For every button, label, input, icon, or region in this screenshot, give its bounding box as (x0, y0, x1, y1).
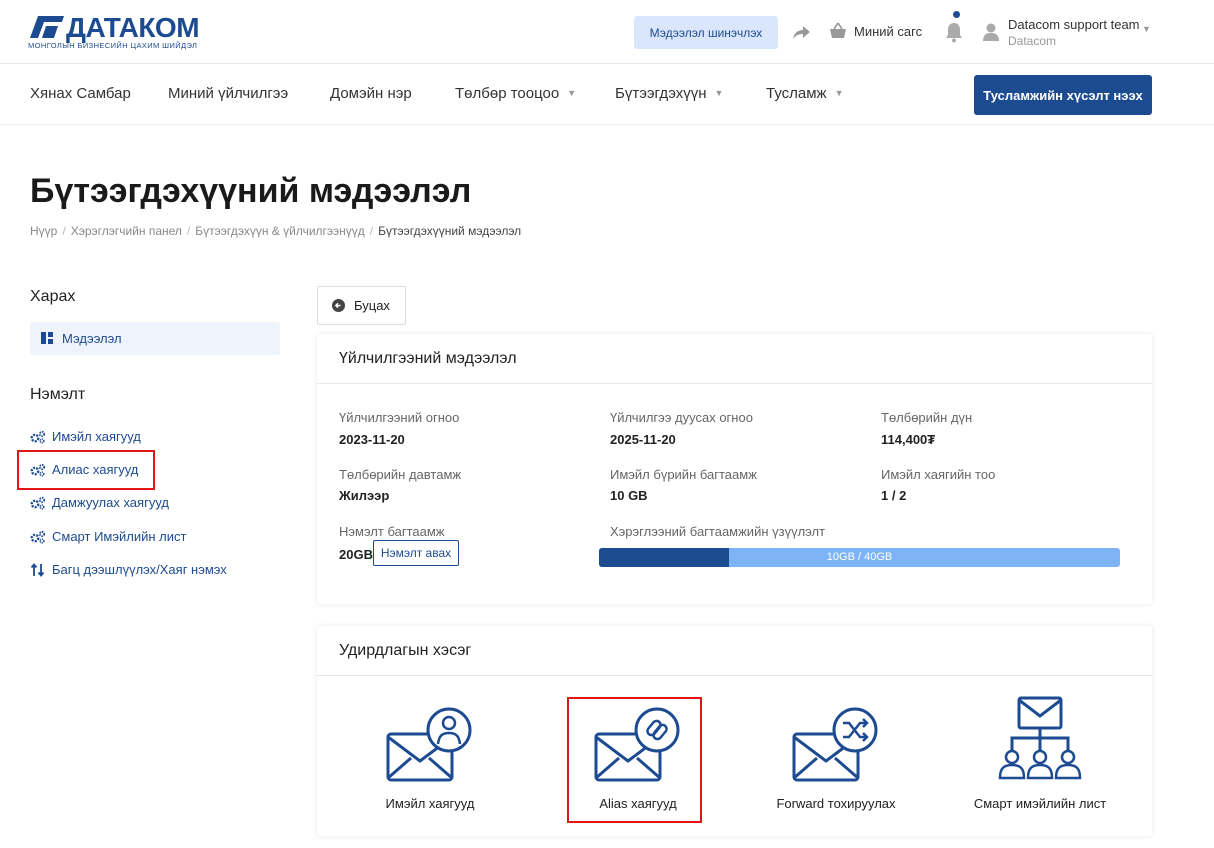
brand-logo[interactable]: ДАТАКОМ МОНГОЛЫН БИЗНЕСИЙН ЦАХИМ ШИЙДЭЛ (28, 12, 218, 54)
sidebar-item-info[interactable]: Мэдээлэл (30, 322, 280, 355)
tile-email-addresses[interactable]: Имэйл хаягууд (345, 696, 515, 826)
user-company: Datacom (1008, 34, 1057, 48)
updown-arrows-icon (30, 562, 45, 577)
breadcrumb: Нүүр / Хэрэглэгчийн панел / Бүтээгдэхүүн & ү… (30, 224, 522, 238)
breadcrumb-client-area[interactable]: Хэрэглэгчийн панел (71, 224, 182, 238)
tile-label: Смарт имэйлийн лист (973, 796, 1107, 811)
control-card: Удирдлагын хэсэг Имэйл хаягууд Alias хая… (317, 626, 1152, 836)
nav-dashboard[interactable]: Хянах Самбар (30, 85, 131, 102)
nav-dashboard-label: Хянах Самбар (30, 85, 131, 102)
logo-mark-icon (30, 16, 64, 38)
gears-icon (30, 530, 46, 544)
field-label: Үйлчилгээний огноо (339, 410, 460, 425)
chevron-down-icon: ▼ (834, 88, 844, 98)
breadcrumb-current: Бүтээгдэхүүний мэдээлэл (378, 224, 522, 238)
buy-addon-button[interactable]: Нэмэлт авах (373, 540, 459, 566)
sidebar-link-label: Дамжуулах хаягууд (52, 495, 169, 510)
chevron-down-icon: ▼ (1142, 24, 1151, 34)
nav-billing-label: Төлбөр тооцоо (455, 85, 560, 102)
sidebar-view-title: Харах (30, 288, 76, 305)
gears-icon (30, 496, 46, 510)
breadcrumb-home[interactable]: Нүүр (30, 224, 57, 238)
sidebar-link-upgrade[interactable]: Багц дээшлүүлэх/Хаяг нэмэх (30, 562, 227, 577)
top-bar: ДАТАКОМ МОНГОЛЫН БИЗНЕСИЙН ЦАХИМ ШИЙДЭЛ … (0, 0, 1214, 64)
sidebar-link-label: Багц дээшлүүлэх/Хаяг нэмэх (52, 562, 227, 577)
highlight-box (567, 697, 702, 823)
nav-domains-label: Домэйн нэр (330, 85, 412, 102)
field-value: 2023-11-20 (339, 432, 405, 447)
sidebar-item-info-label: Мэдээлэл (62, 331, 122, 346)
control-title: Удирдлагын хэсэг (317, 626, 1152, 676)
notification-dot (953, 11, 960, 18)
user-icon (983, 23, 999, 41)
sidebar-extra-title: Нэмэлт (30, 386, 86, 403)
nav-billing[interactable]: Төлбөр тооцоо ▼ (455, 85, 576, 102)
addon-value: 20GB (339, 547, 373, 562)
brand-name: ДАТАКОМ (66, 12, 200, 43)
highlight-box (17, 450, 155, 490)
service-info-card: Үйлчилгээний мэдээлэл Үйлчилгээний огноо… (317, 334, 1152, 604)
brand-tagline: МОНГОЛЫН БИЗНЕСИЙН ЦАХИМ ШИЙДЭЛ (28, 41, 198, 50)
gears-icon (30, 430, 46, 444)
chevron-down-icon: ▼ (714, 88, 724, 98)
sidebar-link-label: Смарт Имэйлийн лист (52, 529, 187, 544)
usage-text: 10GB / 40GB (826, 551, 893, 563)
page-title: Бүтээгдэхүүний мэдээлэл (30, 172, 472, 210)
nav-products[interactable]: Бүтээгдэхүүн ▼ (615, 85, 723, 102)
sidebar-link-email-addresses[interactable]: Имэйл хаягууд (30, 429, 141, 444)
usage-progress-bar: 10GB / 40GB (599, 548, 1120, 567)
sidebar-link-smart-list[interactable]: Смарт Имэйлийн лист (30, 529, 186, 544)
share-icon[interactable] (790, 22, 812, 44)
tile-label: Имэйл хаягууд (385, 796, 475, 811)
field-value: 1 / 2 (881, 488, 907, 503)
field-value: 114,400₮ (881, 432, 936, 447)
tile-forward[interactable]: Forward тохируулах (751, 696, 921, 826)
breadcrumb-products[interactable]: Бүтээгдэхүүн & үйлчилгээнүүд (195, 224, 365, 238)
update-info-button[interactable]: Мэдээлэл шинэчлэх (634, 16, 778, 49)
email-forward-icon (792, 707, 878, 782)
back-arrow-icon (332, 299, 345, 312)
main-nav: Хянах Самбар Миний үйлчилгээ Домэйн нэр … (0, 64, 1214, 125)
field-label: Үйлчилгээ дуусах огноо (610, 410, 753, 425)
field-label: Имэйл хаягийн тоо (881, 467, 996, 482)
usage-label: Хэрэглээний багтаамжийн үзүүлэлт (610, 524, 826, 539)
sidebar-link-forward-addresses[interactable]: Дамжуулах хаягууд (30, 495, 169, 510)
back-button[interactable]: Буцах (317, 286, 406, 325)
cart-label: Миний сагс (854, 23, 923, 39)
field-label: Төлбөрийн давтамж (339, 467, 462, 482)
nav-my-services-label: Миний үйлчилгээ (168, 85, 289, 102)
addon-label: Нэмэлт багтаамж (339, 524, 445, 539)
user-menu[interactable]: Datacom support team Datacom ▼ (982, 16, 1162, 52)
field-label: Имэйл бүрийн багтаамж (610, 467, 757, 482)
service-info-title: Үйлчилгээний мэдээлэл (317, 334, 1152, 384)
dashboard-icon (41, 332, 53, 344)
nav-domains[interactable]: Домэйн нэр (330, 85, 412, 102)
tile-smart-list[interactable]: Смарт имэйлийн лист (955, 696, 1125, 826)
cart-link[interactable]: Миний сагс (828, 22, 922, 40)
field-value: 2025-11-20 (610, 432, 676, 447)
field-value: Жилээр (339, 488, 390, 503)
field-label: Төлбөрийн дүн (881, 410, 973, 425)
open-ticket-button[interactable]: Тусламжийн хүсэлт нээх (974, 75, 1152, 115)
user-name: Datacom support team (1008, 17, 1140, 32)
field-value: 10 GB (610, 488, 648, 503)
nav-products-label: Бүтээгдэхүүн (615, 85, 707, 102)
email-user-icon (386, 707, 472, 782)
nav-help-label: Тусламж (766, 85, 827, 102)
chevron-down-icon: ▼ (567, 88, 577, 98)
email-hierarchy-icon (998, 696, 1082, 780)
nav-help[interactable]: Тусламж ▼ (766, 85, 844, 102)
bell-icon[interactable] (944, 20, 964, 44)
basket-icon (830, 22, 846, 38)
tile-label: Forward тохируулах (776, 796, 896, 811)
nav-my-services[interactable]: Миний үйлчилгээ (168, 85, 288, 102)
back-button-label: Буцах (354, 298, 390, 313)
sidebar-link-label: Имэйл хаягууд (52, 429, 141, 444)
